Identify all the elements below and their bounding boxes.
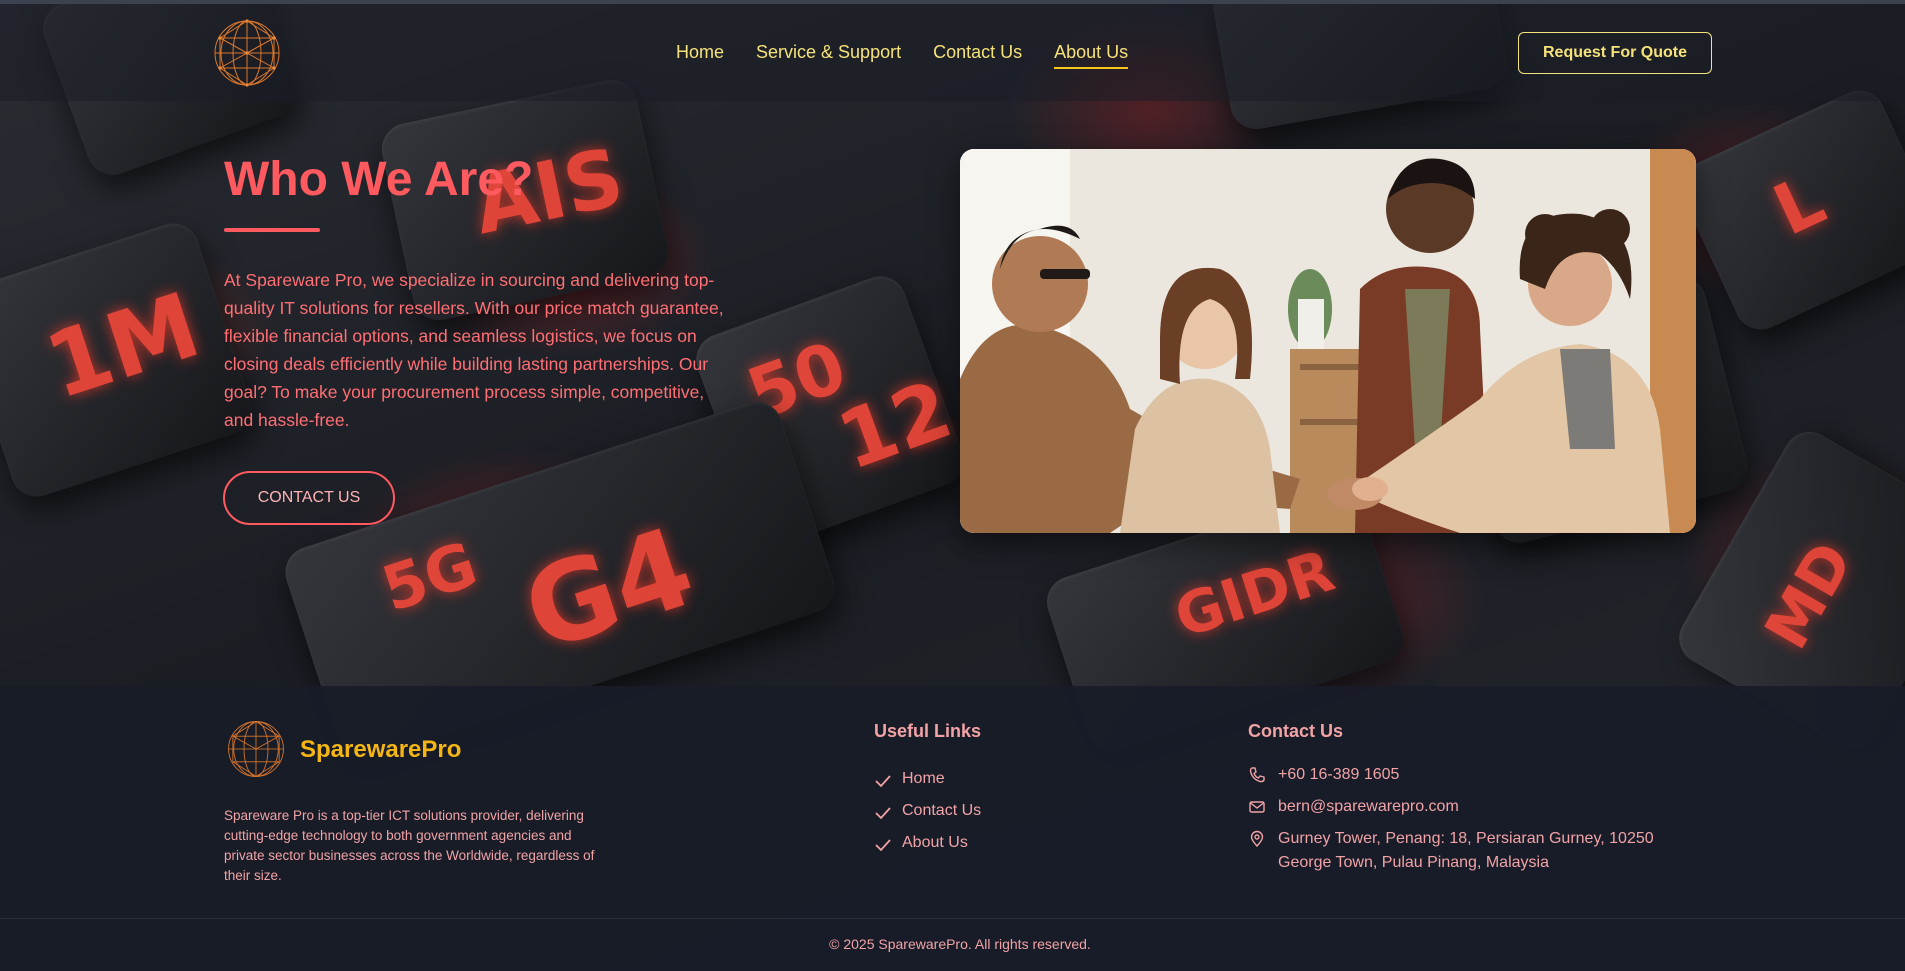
email-address: bern@sparewarepro.com <box>1278 798 1459 815</box>
main-nav: Home Service & Support Contact Us About … <box>676 42 1129 69</box>
footer-divider <box>0 918 1905 919</box>
team-handshake-photo <box>960 149 1696 533</box>
useful-links-list: Home Contact Us About Us <box>874 763 981 859</box>
nav-home[interactable]: Home <box>676 42 724 69</box>
footer-link-contact-us[interactable]: Contact Us <box>874 795 981 827</box>
about-description: At Spareware Pro, we specialize in sourc… <box>224 270 724 430</box>
contact-phone[interactable]: +60 16-389 1605 <box>1248 763 1698 795</box>
footer-link-label: About Us <box>902 834 968 851</box>
keycap: 1M <box>0 216 258 504</box>
mail-icon <box>1249 801 1265 813</box>
phone-number: +60 16-389 1605 <box>1278 766 1400 783</box>
contact-title: Contact Us <box>1248 721 1344 741</box>
useful-links-title: Useful Links <box>874 721 982 741</box>
footer-link-label: Home <box>902 770 945 787</box>
nav-about-us[interactable]: About Us <box>1054 42 1129 69</box>
request-quote-button[interactable]: Request For Quote <box>1518 32 1712 74</box>
check-icon <box>875 806 891 819</box>
check-icon <box>875 774 891 787</box>
footer-description: Spareware Pro is a top-tier ICT solution… <box>224 808 595 883</box>
globe-logo-icon[interactable] <box>212 18 282 88</box>
title-underline <box>224 228 320 232</box>
contact-info-list: +60 16-389 1605 bern@sparewarepro.com Gu… <box>1248 763 1698 875</box>
map-pin-icon <box>1250 830 1264 848</box>
globe-logo-icon[interactable] <box>226 719 286 779</box>
street-address: Gurney Tower, Penang: 18, Persiaran Gurn… <box>1278 830 1654 871</box>
check-icon <box>875 838 891 851</box>
footer-link-label: Contact Us <box>902 802 982 819</box>
footer-link-home[interactable]: Home <box>874 763 981 795</box>
copyright-text: © 2025 SparewarePro. All rights reserved… <box>829 936 1091 952</box>
site-header: Home Service & Support Contact Us About … <box>0 4 1905 101</box>
keycap: L <box>1672 81 1905 339</box>
contact-us-button[interactable]: CONTACT US <box>223 471 395 525</box>
nav-service-support[interactable]: Service & Support <box>756 42 901 69</box>
footer-link-about-us[interactable]: About Us <box>874 827 981 859</box>
contact-email[interactable]: bern@sparewarepro.com <box>1248 795 1698 827</box>
page-title: Who We Are? <box>224 153 534 206</box>
nav-contact-us[interactable]: Contact Us <box>933 42 1022 69</box>
contact-address: Gurney Tower, Penang: 18, Persiaran Gurn… <box>1248 827 1698 875</box>
footer-brand-name: SparewarePro <box>300 736 462 763</box>
phone-icon <box>1249 767 1265 783</box>
